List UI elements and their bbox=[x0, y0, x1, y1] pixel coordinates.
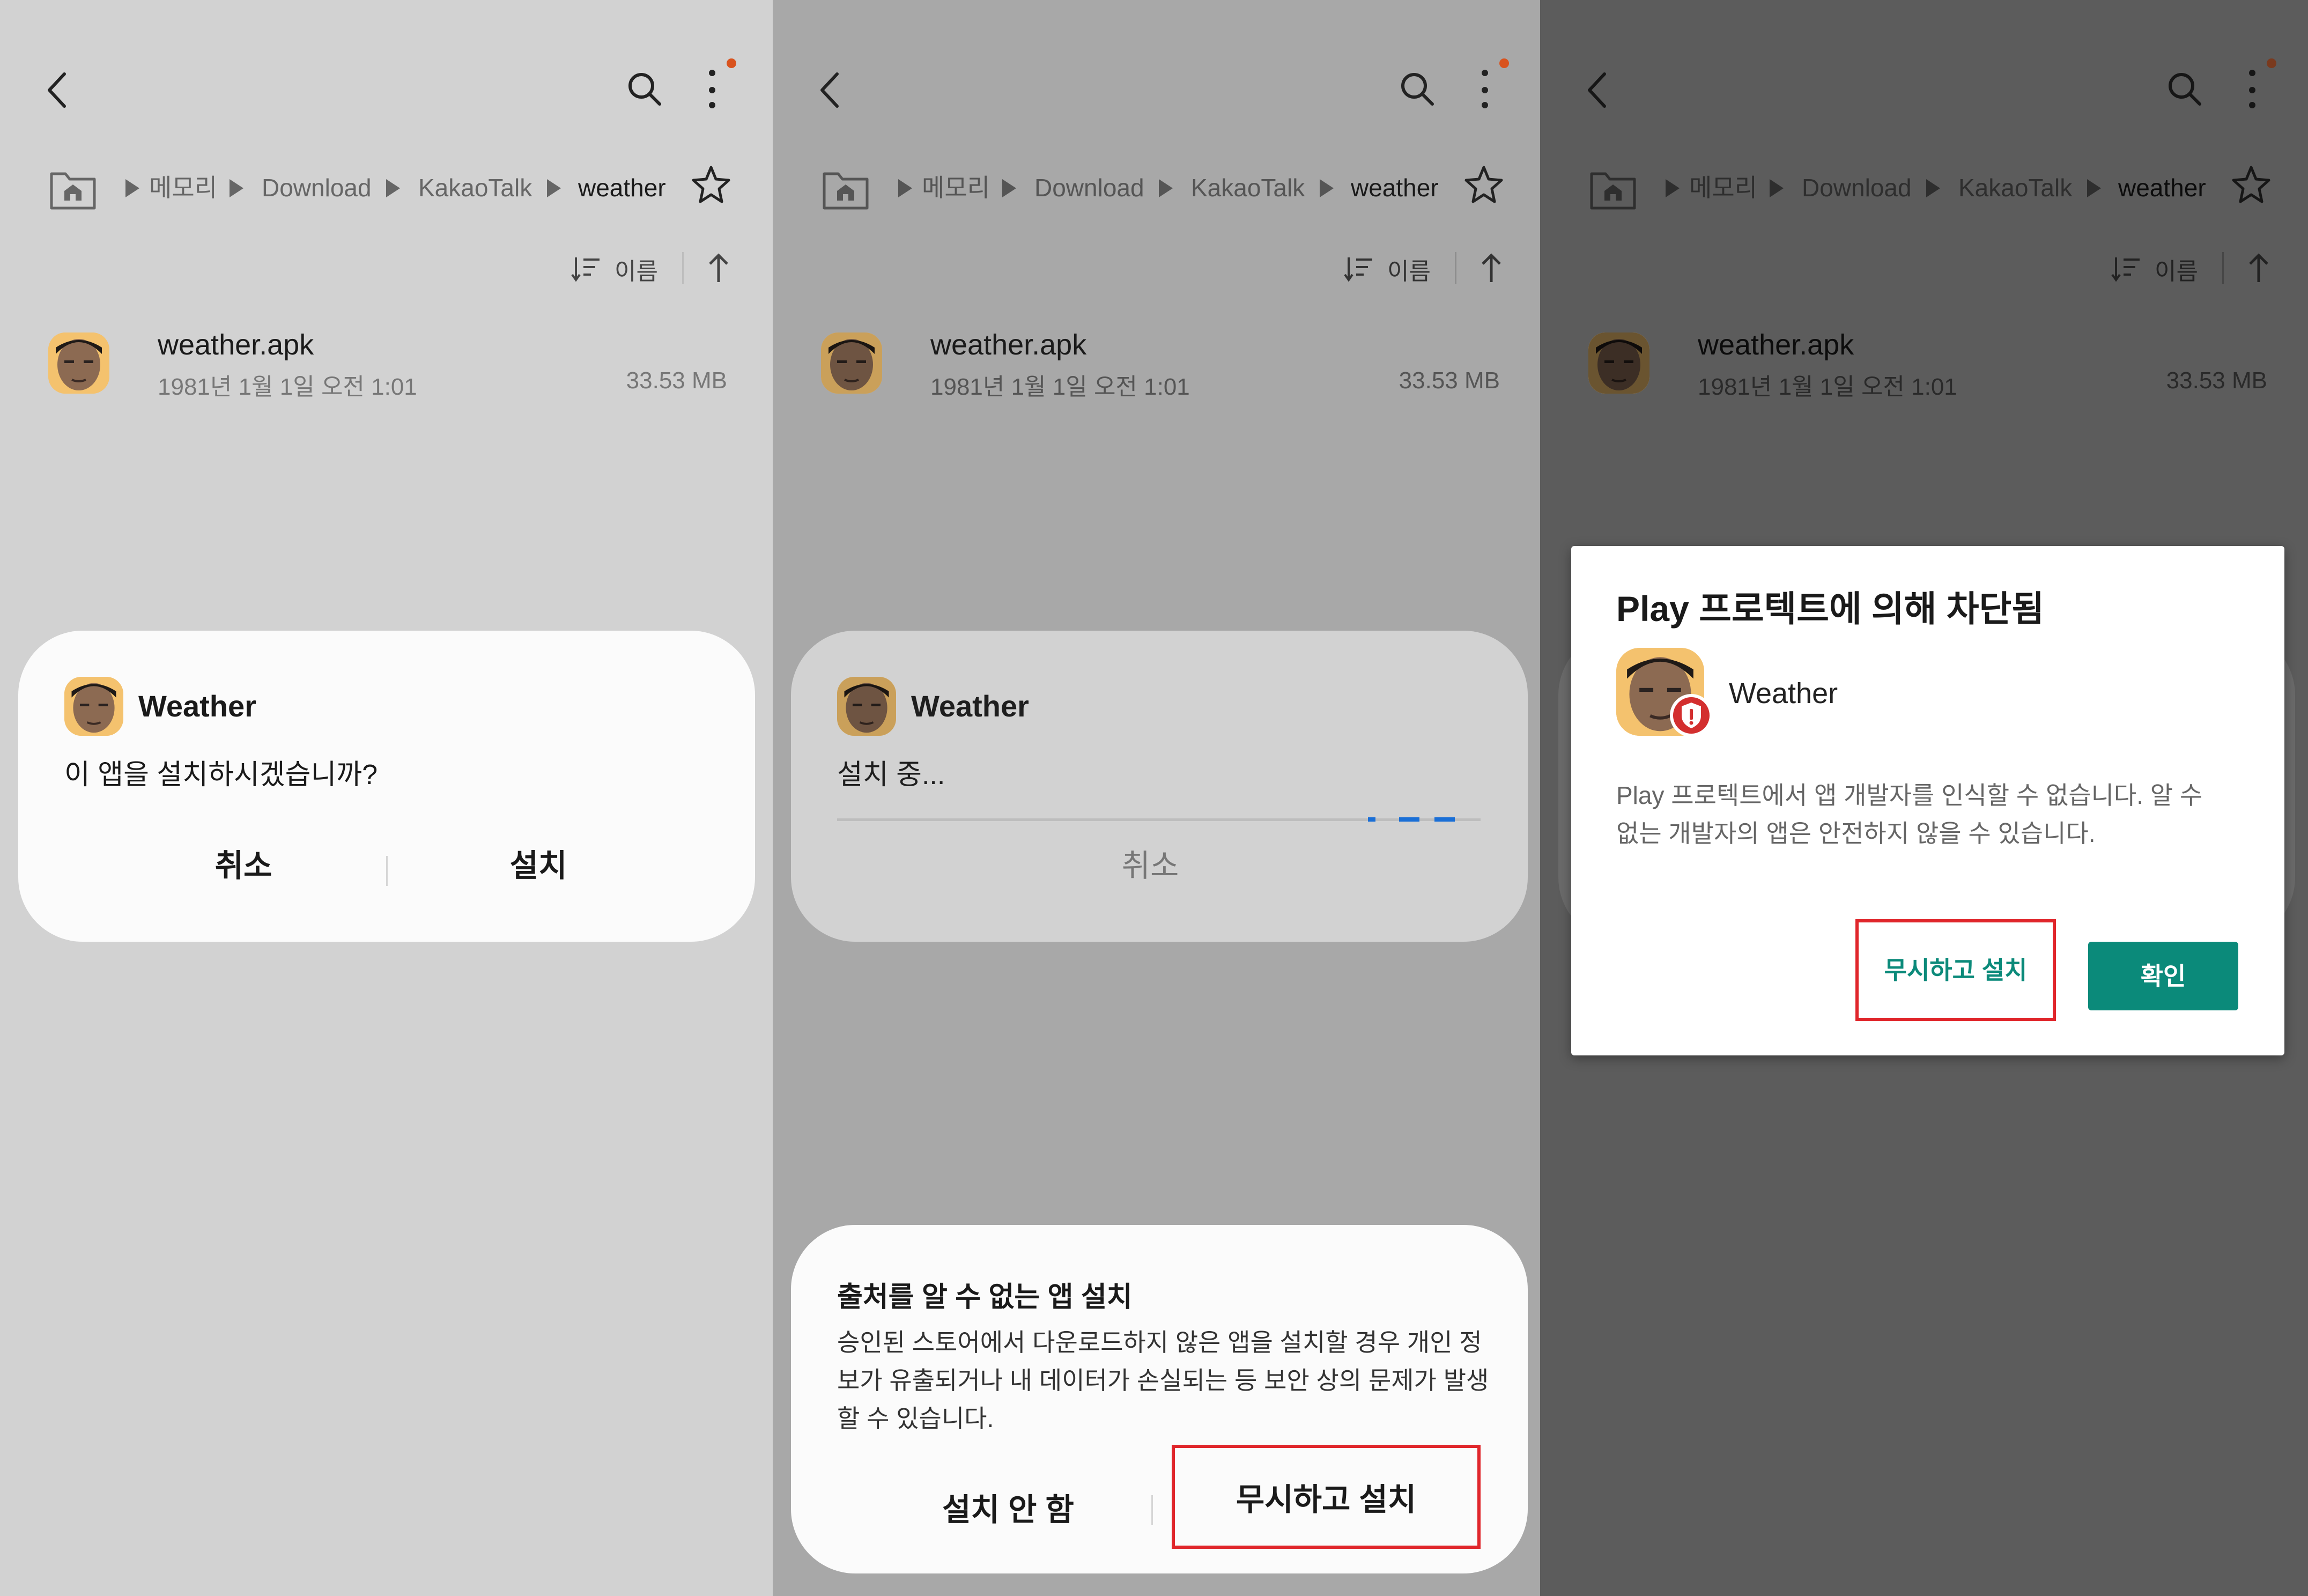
breadcrumb-item-download[interactable]: Download bbox=[1802, 173, 1912, 203]
sort-label[interactable]: 이름 bbox=[615, 252, 658, 286]
ok-button[interactable]: 확인 bbox=[2088, 942, 2238, 1010]
app-avatar bbox=[1588, 332, 1649, 394]
dialog-body: Play 프로텍트에서 앱 개발자를 인식할 수 없습니다. 알 수 없는 개발… bbox=[1616, 781, 2203, 847]
breadcrumb-item-kakaotalk[interactable]: KakaoTalk bbox=[1958, 173, 2072, 203]
file-name: weather.apk bbox=[158, 329, 314, 361]
breadcrumb-item-kakaotalk[interactable]: KakaoTalk bbox=[418, 173, 532, 203]
dont-install-button[interactable]: 설치 안 함 bbox=[871, 1475, 1145, 1546]
app-avatar bbox=[821, 332, 882, 394]
more-options-icon[interactable] bbox=[1473, 58, 1511, 112]
breadcrumb-item-download[interactable]: Download bbox=[262, 173, 372, 203]
unknown-source-sheet: 출처를 알 수 없는 앱 설치 승인된 스토어에서 다운로드하지 않은 앱을 설… bbox=[791, 1225, 1528, 1573]
sort-icon[interactable] bbox=[1343, 254, 1375, 284]
breadcrumb: 메모리 Download KakaoTalk weather bbox=[0, 156, 773, 220]
screen-install-prompt: 메모리 Download KakaoTalk weather 이름 weathe… bbox=[0, 0, 773, 1596]
file-date: 1981년 1월 1일 오전 1:01 bbox=[1698, 374, 1957, 400]
sort-label[interactable]: 이름 bbox=[1387, 252, 1431, 286]
breadcrumb-item-memory[interactable]: 메모리 bbox=[922, 173, 990, 203]
ignore-and-install-button[interactable]: 무시하고 설치 bbox=[1855, 919, 2056, 1021]
screen-play-protect-blocked: 메모리 Download KakaoTalk weather 이름 weathe… bbox=[1540, 0, 2308, 1596]
breadcrumb: 메모리 Download KakaoTalk weather bbox=[1540, 156, 2308, 220]
sort-divider bbox=[682, 252, 684, 284]
sort-divider bbox=[1455, 252, 1456, 284]
dialog-app-name: Weather bbox=[1729, 677, 1838, 710]
install-button[interactable]: 설치 bbox=[394, 837, 683, 896]
dialog-app-name: Weather bbox=[138, 689, 256, 723]
ignore-and-install-button[interactable]: 무시하고 설치 bbox=[1172, 1445, 1481, 1549]
back-arrow-icon[interactable] bbox=[815, 69, 847, 112]
sort-divider bbox=[2222, 252, 2224, 284]
notification-dot bbox=[727, 58, 736, 68]
play-protect-dialog: Play 프로텍트에 의해 차단됨 Weather Play 프로텍트에서 앱 … bbox=[1571, 546, 2284, 1055]
install-status: 설치 중... bbox=[837, 759, 945, 790]
install-question: 이 앱을 설치하시겠습니까? bbox=[64, 759, 378, 790]
sheet-body: 승인된 스토어에서 다운로드하지 않은 앱을 설치할 경우 개인 정보가 유출되… bbox=[837, 1328, 1489, 1432]
file-date: 1981년 1월 1일 오전 1:01 bbox=[158, 374, 417, 400]
installing-dialog: Weather 설치 중... 취소 bbox=[791, 631, 1528, 942]
breadcrumb-item-weather[interactable]: weather bbox=[1351, 173, 1439, 203]
star-icon[interactable] bbox=[2230, 163, 2273, 206]
search-icon[interactable] bbox=[625, 70, 664, 108]
star-icon[interactable] bbox=[1462, 163, 1505, 206]
sort-icon[interactable] bbox=[2111, 254, 2143, 284]
file-size: 33.53 MB bbox=[2166, 367, 2267, 394]
home-folder-icon[interactable] bbox=[821, 166, 870, 211]
install-dialog: Weather 이 앱을 설치하시겠습니까? 취소 설치 bbox=[18, 631, 755, 942]
app-avatar bbox=[837, 677, 896, 736]
button-divider bbox=[386, 856, 388, 886]
cancel-button[interactable]: 취소 bbox=[1005, 837, 1295, 896]
breadcrumb-item-memory[interactable]: 메모리 bbox=[1689, 173, 1757, 203]
home-folder-icon[interactable] bbox=[48, 166, 98, 211]
file-size: 33.53 MB bbox=[626, 367, 727, 394]
breadcrumb-item-weather[interactable]: weather bbox=[2118, 173, 2206, 203]
sort-direction-icon[interactable] bbox=[2243, 251, 2275, 285]
cancel-button[interactable]: 취소 bbox=[99, 837, 388, 896]
back-arrow-icon[interactable] bbox=[42, 69, 74, 112]
sort-icon[interactable] bbox=[571, 254, 603, 284]
more-options-icon[interactable] bbox=[2240, 58, 2278, 112]
sort-direction-icon[interactable] bbox=[1475, 251, 1507, 285]
file-name: weather.apk bbox=[930, 329, 1087, 361]
star-icon[interactable] bbox=[690, 163, 733, 206]
dialog-title: Play 프로텍트에 의해 차단됨 bbox=[1616, 589, 2044, 629]
progress-track bbox=[837, 818, 1481, 821]
breadcrumb-item-kakaotalk[interactable]: KakaoTalk bbox=[1191, 173, 1305, 203]
sort-label[interactable]: 이름 bbox=[2155, 252, 2198, 286]
breadcrumb-item-weather[interactable]: weather bbox=[578, 173, 666, 203]
file-name: weather.apk bbox=[1698, 329, 1854, 361]
screen-unknown-source-warning: 메모리 Download KakaoTalk weather 이름 weathe… bbox=[773, 0, 1540, 1596]
progress-indicator bbox=[1434, 817, 1455, 822]
progress-indicator bbox=[1368, 817, 1375, 822]
shield-alert-icon bbox=[1670, 694, 1713, 737]
more-options-icon[interactable] bbox=[700, 58, 738, 112]
app-avatar bbox=[48, 332, 109, 394]
breadcrumb: 메모리 Download KakaoTalk weather bbox=[773, 156, 1540, 220]
home-folder-icon[interactable] bbox=[1588, 166, 1638, 211]
sort-direction-icon[interactable] bbox=[702, 251, 735, 285]
file-date: 1981년 1월 1일 오전 1:01 bbox=[930, 374, 1190, 400]
progress-indicator bbox=[1399, 817, 1419, 822]
dialog-app-name: Weather bbox=[911, 689, 1029, 723]
breadcrumb-item-download[interactable]: Download bbox=[1034, 173, 1144, 203]
search-icon[interactable] bbox=[2165, 70, 2204, 108]
back-arrow-icon[interactable] bbox=[1582, 69, 1614, 112]
search-icon[interactable] bbox=[1398, 70, 1437, 108]
breadcrumb-item-memory[interactable]: 메모리 bbox=[149, 173, 217, 203]
button-divider bbox=[1151, 1495, 1153, 1525]
sheet-title: 출처를 알 수 없는 앱 설치 bbox=[837, 1282, 1133, 1313]
app-avatar bbox=[64, 677, 123, 736]
file-size: 33.53 MB bbox=[1399, 367, 1500, 394]
